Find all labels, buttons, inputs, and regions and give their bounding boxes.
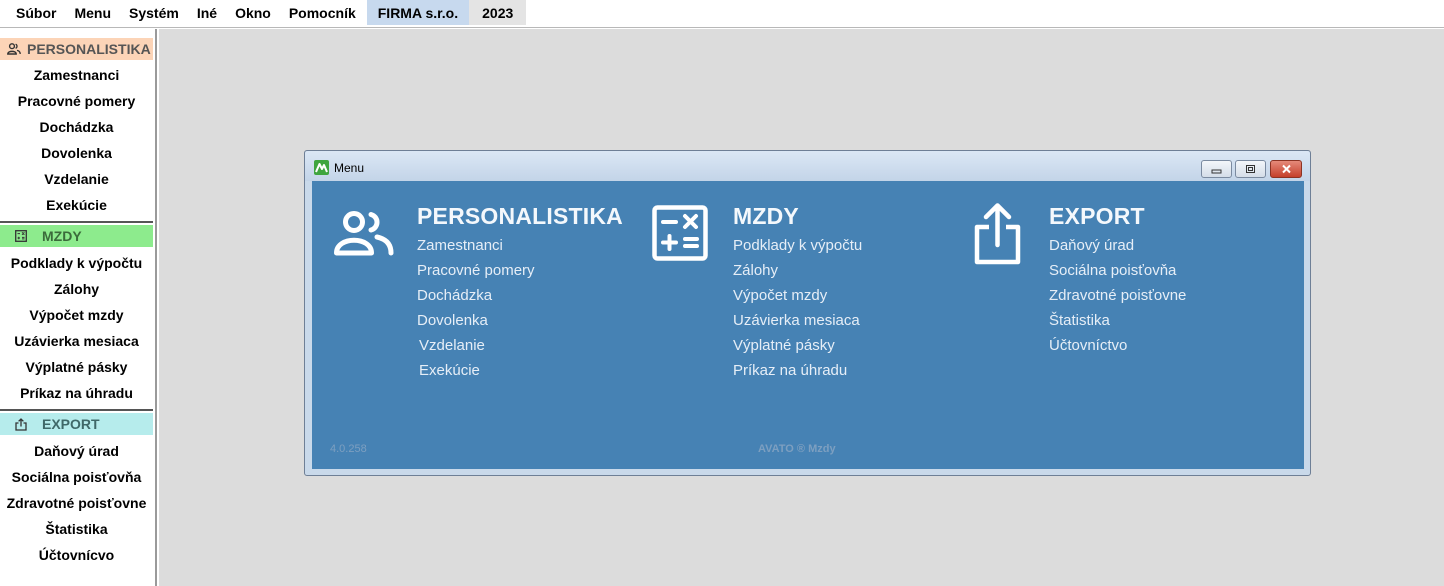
version-label: 4.0.258: [330, 443, 367, 455]
year-selector[interactable]: 2023: [469, 0, 527, 25]
menu-content: PERSONALISTIKA Zamestnanci Pracovné pome…: [312, 181, 1304, 469]
sidebar-section-personalistika[interactable]: PERSONALISTIKA: [0, 38, 153, 60]
sidebar-divider: [0, 409, 153, 411]
sidebar-item-vzdelanie[interactable]: Vzdelanie: [0, 170, 153, 188]
sidebar-item-zamestnanci[interactable]: Zamestnanci: [0, 66, 153, 84]
link-uctovnictvo[interactable]: Účtovníctvo: [1049, 337, 1127, 354]
sidebar: PERSONALISTIKA Zamestnanci Pracovné pome…: [0, 29, 157, 586]
window-title: Menu: [334, 161, 365, 175]
sidebar-section-title: PERSONALISTIKA: [27, 41, 151, 57]
menu-system[interactable]: Systém: [120, 0, 188, 25]
link-zalohy[interactable]: Zálohy: [733, 262, 778, 279]
sidebar-item-uctovnictvo[interactable]: Účtovnícvo: [0, 546, 153, 564]
link-danovy-urad[interactable]: Daňový úrad: [1049, 237, 1134, 254]
link-vyplatne-pasky[interactable]: Výplatné pásky: [733, 337, 835, 354]
sidebar-item-exekucie[interactable]: Exekúcie: [0, 196, 153, 214]
menu-okno[interactable]: Okno: [226, 0, 280, 25]
menu-window: Menu PERSONALISTIKA Zamestnanci Pracovné…: [304, 150, 1311, 476]
sidebar-item-zdravotne-poistovne[interactable]: Zdravotné poisťovne: [0, 494, 153, 512]
sidebar-item-prikaz-na-uhradu[interactable]: Príkaz na úhradu: [0, 384, 153, 402]
sidebar-item-pracovne-pomery[interactable]: Pracovné pomery: [0, 92, 153, 110]
sidebar-item-uzavierka[interactable]: Uzávierka mesiaca: [0, 332, 153, 350]
column-heading: EXPORT: [1049, 203, 1145, 229]
column-heading: MZDY: [733, 203, 799, 229]
menu-ine[interactable]: Iné: [188, 0, 226, 25]
link-zamestnanci[interactable]: Zamestnanci: [417, 237, 503, 254]
sidebar-section-title: MZDY: [42, 228, 82, 244]
sidebar-item-vyplatne-pasky[interactable]: Výplatné pásky: [0, 358, 153, 376]
close-button[interactable]: [1270, 160, 1302, 178]
people-icon: [0, 43, 27, 55]
share-icon: [0, 417, 42, 431]
link-zdravotne-poistovne[interactable]: Zdravotné poisťovne: [1049, 287, 1186, 304]
close-icon: [1281, 164, 1291, 174]
maximize-button[interactable]: [1235, 160, 1266, 178]
link-socialna-poistovna[interactable]: Sociálna poisťovňa: [1049, 262, 1176, 279]
link-vzdelanie[interactable]: Vzdelanie: [419, 337, 485, 354]
sidebar-section-mzdy[interactable]: MZDY: [0, 225, 153, 247]
company-selector[interactable]: FIRMA s.r.o.: [366, 0, 470, 25]
link-pracovne-pomery[interactable]: Pracovné pomery: [417, 262, 535, 279]
sidebar-item-danovy-urad[interactable]: Daňový úrad: [0, 442, 153, 460]
link-statistika[interactable]: Štatistika: [1049, 312, 1110, 329]
share-icon: [972, 201, 1024, 272]
minimize-icon: [1211, 169, 1222, 173]
menu-pomocnik[interactable]: Pomocník: [280, 0, 365, 25]
link-prikaz-na-uhradu[interactable]: Príkaz na úhradu: [733, 362, 847, 379]
menu-menu[interactable]: Menu: [65, 0, 120, 25]
window-titlebar[interactable]: Menu: [305, 151, 1310, 181]
link-podklady[interactable]: Podklady k výpočtu: [733, 237, 862, 254]
people-icon: [334, 211, 394, 262]
brand-label: AVATO ® Mzdy: [758, 443, 836, 455]
calculator-icon: [0, 230, 42, 242]
column-heading: PERSONALISTIKA: [417, 203, 623, 229]
calculator-icon: [652, 205, 708, 266]
link-exekucie[interactable]: Exekúcie: [419, 362, 480, 379]
menu-bar: Súbor Menu Systém Iné Okno Pomocník FIRM…: [0, 0, 1444, 28]
sidebar-section-title: EXPORT: [42, 416, 100, 432]
sidebar-section-export[interactable]: EXPORT: [0, 413, 153, 435]
sidebar-item-statistika[interactable]: Štatistika: [0, 520, 153, 538]
sidebar-divider: [0, 221, 153, 223]
sidebar-item-socialna-poistovna[interactable]: Sociálna poisťovňa: [0, 468, 153, 486]
menu-subor[interactable]: Súbor: [0, 0, 65, 25]
link-dovolenka[interactable]: Dovolenka: [417, 312, 488, 329]
link-uzavierka[interactable]: Uzávierka mesiaca: [733, 312, 860, 329]
sidebar-item-vypocet-mzdy[interactable]: Výpočet mzdy: [0, 306, 153, 324]
sidebar-item-podklady[interactable]: Podklady k výpočtu: [0, 254, 153, 272]
sidebar-item-zalohy[interactable]: Zálohy: [0, 280, 153, 298]
restore-icon: [1246, 165, 1255, 173]
sidebar-item-dovolenka[interactable]: Dovolenka: [0, 144, 153, 162]
link-vypocet-mzdy[interactable]: Výpočet mzdy: [733, 287, 827, 304]
minimize-button[interactable]: [1201, 160, 1232, 178]
link-dochadzka[interactable]: Dochádzka: [417, 287, 492, 304]
sidebar-item-dochadzka[interactable]: Dochádzka: [0, 118, 153, 136]
app-logo-icon: [314, 160, 329, 175]
